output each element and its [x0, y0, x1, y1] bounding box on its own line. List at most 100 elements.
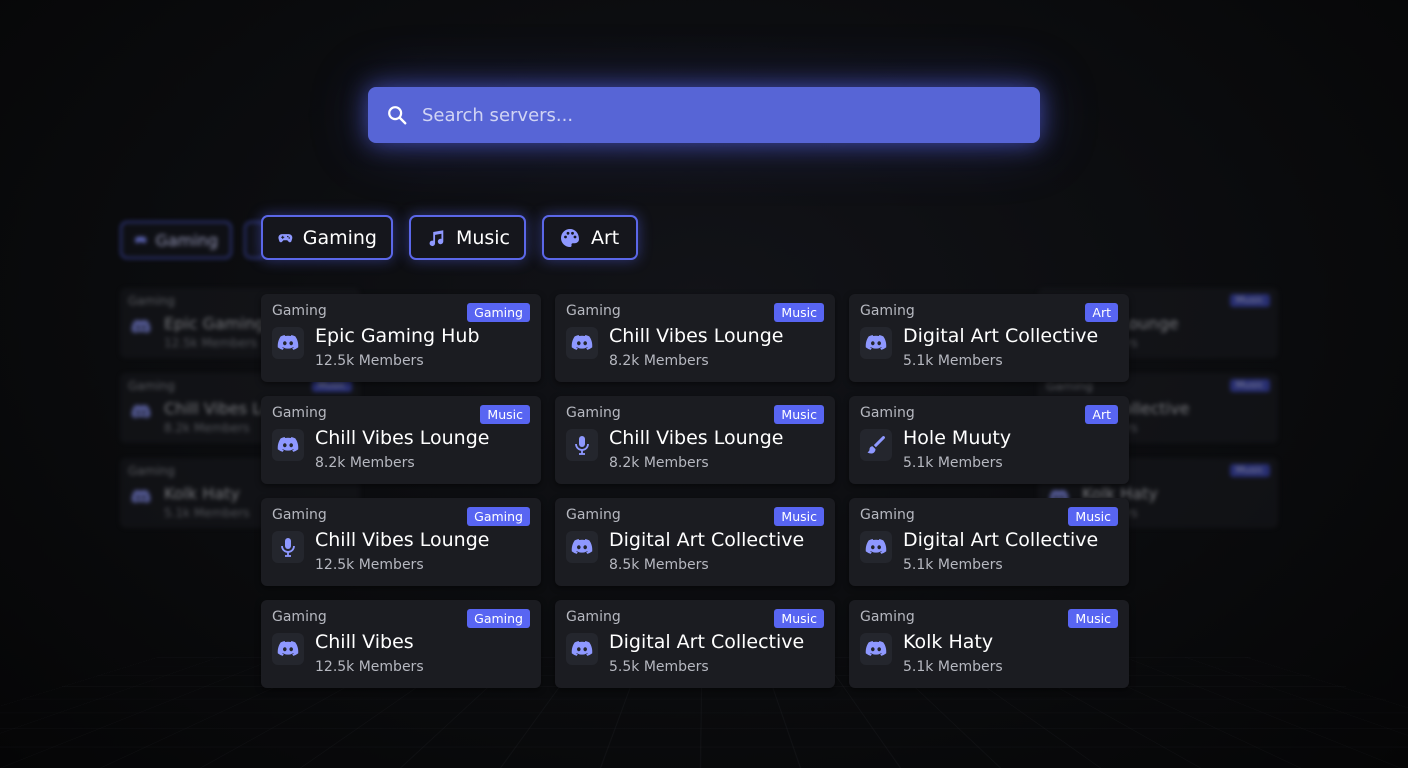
filter-chip-music[interactable]: Music [409, 215, 526, 260]
server-category: Gaming [566, 507, 621, 523]
search-input[interactable] [420, 103, 1024, 127]
category-badge: Music [774, 507, 824, 526]
member-count: 5.1k Members [903, 659, 1003, 675]
member-count: 12.5k Members [315, 659, 424, 675]
server-category: Gaming [860, 303, 915, 319]
member-count: 5.1k Members [903, 455, 1003, 471]
server-name: Digital Art Collective [609, 631, 805, 653]
server-name: Chill Vibes Lounge [609, 427, 784, 449]
server-card[interactable]: Gaming Gaming Chill Vibes 12.5k Members [261, 600, 541, 688]
server-card[interactable]: Gaming Music Chill Vibes Lounge 8.2k Member… [555, 396, 835, 484]
server-category: Gaming [272, 303, 327, 319]
brush-icon [860, 429, 892, 461]
server-card[interactable]: Gaming Music Digital Art Collective 5.5k Me… [555, 600, 835, 688]
filter-chip-label: Music [455, 226, 510, 249]
server-category: Gaming [860, 507, 915, 523]
server-name: Chill Vibes [315, 631, 414, 653]
server-name: Kolk Haty [164, 484, 240, 503]
palette-icon [560, 228, 579, 247]
filter-chip-gaming[interactable]: Gaming [261, 215, 393, 260]
discord-icon [860, 633, 892, 665]
server-category: Gaming [566, 303, 621, 319]
background-filter-label: Gaming [155, 230, 218, 250]
server-card[interactable]: Gaming Music Digital Art Collective 5.1k Me… [849, 498, 1129, 586]
category-badge: Music [1229, 294, 1270, 307]
server-name: Epic Gaming Hub [315, 325, 480, 347]
category-badge: Gaming [467, 609, 530, 628]
category-badge: Music [1229, 379, 1270, 392]
discord-icon [566, 531, 598, 563]
server-category: Gaming [128, 294, 175, 308]
category-badge: Gaming [467, 507, 530, 526]
discord-icon [566, 633, 598, 665]
music-note-icon [429, 229, 444, 246]
category-badge: Music [1068, 609, 1118, 628]
member-count: 8.2k Members [164, 421, 250, 435]
member-count: 12.5k Members [315, 557, 424, 573]
filter-chip-art[interactable]: Art [542, 215, 638, 260]
category-badge: Art [1085, 303, 1118, 322]
category-badge: Music [1068, 507, 1118, 526]
server-card[interactable]: Gaming Art Digital Art Collective 5.1k Memb… [849, 294, 1129, 382]
category-badge: Music [774, 303, 824, 322]
search-icon [388, 106, 407, 125]
server-name: Hole Muuty [903, 427, 1012, 449]
member-count: 8.2k Members [609, 353, 709, 369]
member-count: 8.2k Members [315, 455, 415, 471]
search-bar[interactable] [368, 87, 1040, 143]
member-count: 5.5k Members [609, 659, 709, 675]
member-count: 8.2k Members [609, 455, 709, 471]
background-filter-chip: Gaming [120, 221, 232, 259]
category-badge: Art [1085, 405, 1118, 424]
member-count: 5.1k Members [903, 557, 1003, 573]
member-count: 5.1k Members [164, 506, 250, 520]
server-category: Gaming [272, 507, 327, 523]
server-name: Chill Vibes Lo [164, 399, 271, 418]
server-category: Gaming [860, 609, 915, 625]
category-badge: Gaming [467, 303, 530, 322]
category-badge: Music [1229, 464, 1270, 477]
server-card[interactable]: Gaming Music Chill Vibes Lounge 8.2k Member… [261, 396, 541, 484]
discord-icon [860, 531, 892, 563]
discord-icon [272, 633, 304, 665]
server-name: Digital Art Collective [903, 529, 1099, 551]
server-category: Gaming [128, 379, 175, 393]
category-badge: Music [774, 609, 824, 628]
microphone-icon [272, 531, 304, 563]
server-category: Gaming [860, 405, 915, 421]
discord-icon [860, 327, 892, 359]
server-name: Epic Gaming [164, 314, 266, 333]
server-card[interactable]: Gaming Art Hole Muuty 5.1k Members [849, 396, 1129, 484]
server-card[interactable]: Gaming Gaming Epic Gaming Hub 12.5k Members [261, 294, 541, 382]
server-card[interactable]: Gaming Music Kolk Haty 5.1k Members [849, 600, 1129, 688]
server-name: Chill Vibes Lounge [315, 427, 490, 449]
category-badge: Music [480, 405, 530, 424]
discord-icon [566, 327, 598, 359]
discord-icon [272, 327, 304, 359]
category-badge: Music [774, 405, 824, 424]
member-count: 12.5k Members [315, 353, 424, 369]
discord-icon [272, 429, 304, 461]
server-name: Digital Art Collective [609, 529, 805, 551]
server-name: Digital Art Collective [903, 325, 1099, 347]
server-category: Gaming [566, 609, 621, 625]
server-name: Chill Vibes Lounge [609, 325, 784, 347]
server-card[interactable]: Gaming Music Chill Vibes Lounge 8.2k Member… [555, 294, 835, 382]
member-count: 5.1k Members [903, 353, 1003, 369]
gamepad-icon [135, 237, 147, 244]
server-category: Gaming [272, 609, 327, 625]
member-count: 8.5k Members [609, 557, 709, 573]
server-category: Gaming [566, 405, 621, 421]
member-count: 12.5k Members [164, 336, 258, 350]
server-category: Gaming [272, 405, 327, 421]
discord-icon [130, 316, 152, 338]
server-category: Gaming [128, 464, 175, 478]
server-name: Kolk Haty [903, 631, 994, 653]
server-card[interactable]: Gaming Music Digital Art Collective 8.5k Me… [555, 498, 835, 586]
microphone-icon [566, 429, 598, 461]
discord-icon [130, 401, 152, 423]
filter-chip-label: Gaming [302, 226, 377, 249]
server-name: Chill Vibes Lounge [315, 529, 490, 551]
gamepad-icon [278, 233, 293, 242]
server-card[interactable]: Gaming Gaming Chill Vibes Lounge 12.5k Memb… [261, 498, 541, 586]
